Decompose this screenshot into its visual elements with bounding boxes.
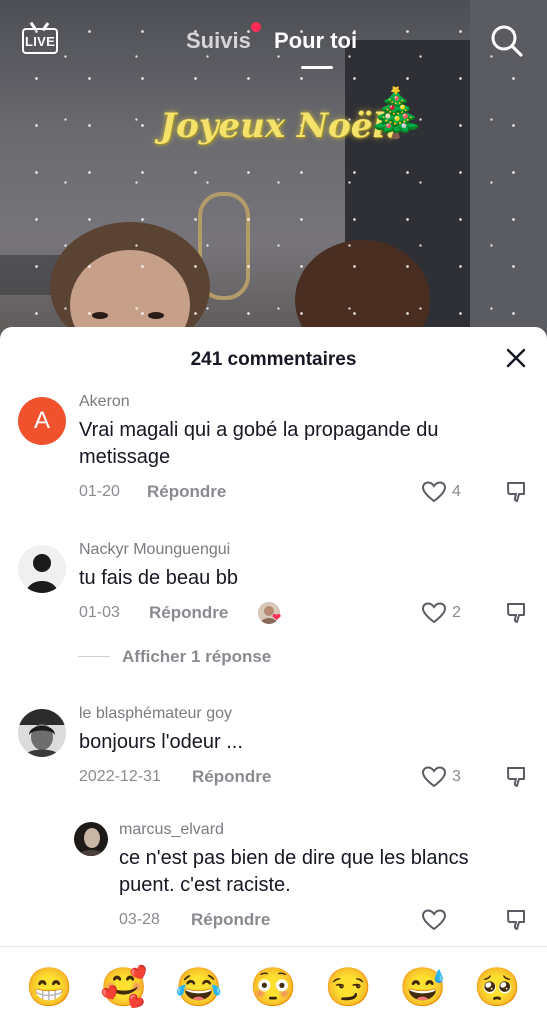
- comment-username[interactable]: marcus_elvard: [119, 821, 224, 839]
- comment-date: 01-03: [79, 604, 120, 621]
- emoji-smirk-button[interactable]: 😏: [325, 960, 372, 1016]
- close-icon[interactable]: [505, 347, 527, 369]
- comment-username[interactable]: Nackyr Mounguengui: [79, 541, 230, 559]
- reply-button[interactable]: Répondre: [191, 910, 270, 930]
- avatar[interactable]: A: [18, 397, 66, 445]
- emoji-sweat-smile-button[interactable]: 😅: [399, 960, 446, 1016]
- comment-text: puent. c'est raciste.: [119, 874, 291, 896]
- live-button[interactable]: LIVE: [22, 22, 58, 56]
- emoji-flushed-button[interactable]: 😳: [250, 960, 297, 1016]
- avatar[interactable]: [18, 709, 66, 757]
- like-heart-icon[interactable]: [422, 766, 446, 788]
- emoji-hearts-button[interactable]: 🥰: [100, 960, 147, 1016]
- avatar-letter: A: [33, 407, 50, 434]
- like-heart-icon[interactable]: [422, 909, 446, 931]
- comment-date: 01-20: [79, 483, 120, 500]
- emoji-grin-button[interactable]: 😁: [26, 960, 73, 1016]
- comment-username[interactable]: Akeron: [79, 393, 130, 411]
- comment-date: 2022-12-31: [79, 768, 161, 785]
- emoji-joy-button[interactable]: 😂: [175, 960, 222, 1016]
- active-tab-indicator: [301, 66, 333, 69]
- tab-for-you[interactable]: Pour toi: [274, 28, 357, 54]
- reply-button[interactable]: Répondre: [147, 482, 226, 502]
- christmas-tree-icon: 🎄: [366, 87, 426, 140]
- dislike-icon[interactable]: [505, 480, 529, 504]
- comments-count-title: 241 commentaires: [190, 349, 357, 370]
- dislike-icon[interactable]: [505, 601, 529, 625]
- comment-text: ce n'est pas bien de dire que les blancs: [119, 847, 469, 869]
- comment-text: Vrai magali qui a gobé la propagande du: [79, 419, 439, 441]
- comment-username[interactable]: le blasphémateur goy: [79, 705, 232, 723]
- like-count: 2: [452, 604, 461, 621]
- reply-button[interactable]: Répondre: [192, 767, 271, 787]
- live-label: LIVE: [25, 34, 56, 49]
- like-heart-icon[interactable]: [422, 481, 446, 503]
- avatar-silhouette: [18, 545, 66, 593]
- comment-text: tu fais de beau bb: [79, 567, 239, 589]
- reply-button[interactable]: Répondre: [149, 603, 228, 623]
- avatar[interactable]: [74, 822, 108, 856]
- comment-text: metissage: [79, 446, 171, 468]
- dislike-icon[interactable]: [505, 908, 529, 932]
- like-count: 4: [452, 483, 461, 500]
- comment-text: bonjours l'odeur ...: [79, 731, 243, 753]
- search-icon[interactable]: [490, 24, 524, 58]
- emoji-bar-divider: [0, 946, 547, 947]
- like-heart-icon[interactable]: [422, 602, 446, 624]
- emoji-quick-bar: 😁 🥰 😂 😳 😏 😅 🥺: [0, 960, 547, 1016]
- avatar-portrait: [18, 709, 66, 757]
- emoji-pleading-button[interactable]: 🥺: [474, 960, 521, 1016]
- like-count: 3: [452, 768, 461, 785]
- view-replies-button[interactable]: Afficher 1 réponse: [122, 647, 271, 667]
- tab-following[interactable]: Suivis: [186, 28, 251, 54]
- creator-heart-icon: ❤: [272, 612, 282, 624]
- dislike-icon[interactable]: [505, 765, 529, 789]
- replies-divider: [78, 656, 110, 657]
- avatar[interactable]: [18, 545, 66, 593]
- notification-dot: [251, 22, 261, 32]
- avatar-portrait: [74, 822, 108, 856]
- video-overlay-text: Joyeux Noël!: [160, 106, 401, 146]
- comment-date: 03-28: [119, 911, 160, 928]
